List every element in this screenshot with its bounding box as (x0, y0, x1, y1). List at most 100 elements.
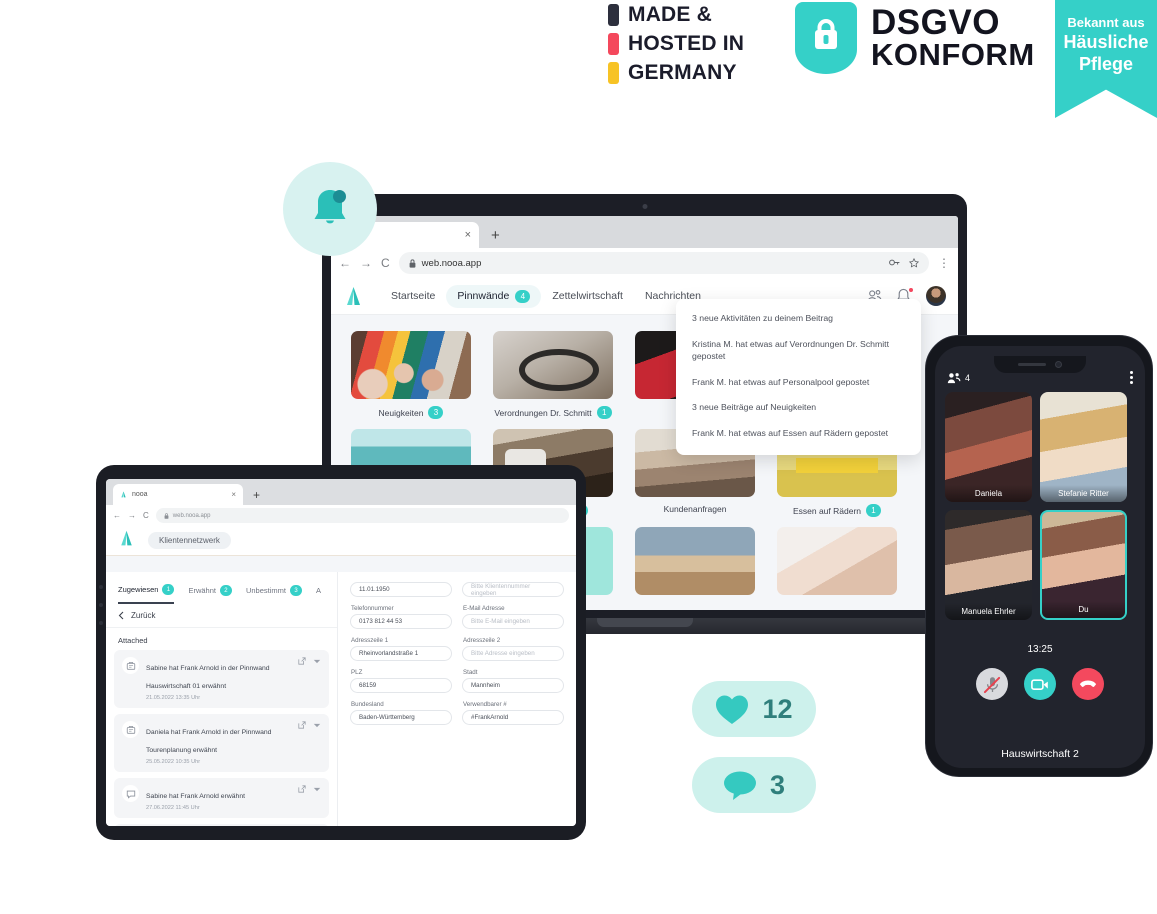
pinboard-card[interactable]: Neuigkeiten 3 (351, 331, 471, 419)
mic-off-icon[interactable] (976, 668, 1008, 700)
chevron-left-icon (118, 611, 124, 620)
address-bar[interactable]: web.nooa.app (398, 252, 929, 274)
notification-item[interactable]: 3 neue Beiträge auf Neuigkeiten (692, 401, 905, 414)
bell-icon (314, 190, 346, 224)
list-item[interactable]: Sabine hat Frank Arnold erwähnt 27.06.20… (114, 778, 329, 818)
address-line-1-field[interactable]: Rheinvorlandstraße 1 (350, 646, 452, 661)
close-icon[interactable]: × (231, 490, 236, 499)
chevron-down-icon[interactable] (313, 723, 321, 728)
address-bar[interactable]: web.nooa.app (155, 508, 569, 523)
tab-more[interactable]: A (316, 584, 321, 604)
tab-zugewiesen[interactable]: Zugewiesen 1 (118, 584, 175, 604)
list-item[interactable]: Daniela hat Frank Arnold in der Pinnwand… (114, 714, 329, 772)
new-tab-button[interactable]: + (491, 227, 500, 244)
content-spacer (106, 556, 576, 572)
tab-unbestimmt[interactable]: Unbestimmt 3 (246, 584, 302, 604)
pinboard-card[interactable]: Verordnungen Dr. Schmitt 1 (493, 331, 613, 419)
participant-name: Daniela (945, 485, 1032, 502)
item-time: 21.05.2022 13:35 Uhr (146, 695, 201, 701)
reload-icon[interactable]: C (143, 511, 149, 520)
postal-code-field[interactable]: 68159 (350, 678, 452, 693)
dsgvo-title: DSGVO (871, 2, 1000, 42)
chevron-down-icon[interactable] (313, 659, 321, 664)
video-icon[interactable] (1024, 668, 1056, 700)
kebab-icon[interactable] (1130, 371, 1133, 384)
field-label: Stadt (463, 669, 478, 676)
forward-icon[interactable]: → (360, 256, 372, 270)
phone-hangup-icon[interactable] (1072, 668, 1104, 700)
item-time: 25.05.2022 10:35 Uhr (146, 759, 201, 765)
field-label: Bundesland (351, 701, 384, 708)
browser-tab[interactable]: nooa × (113, 484, 243, 505)
ribbon-line-2: Häusliche (1063, 32, 1149, 52)
card-thumbnail (351, 331, 471, 399)
nav-item-startseite[interactable]: Startseite (380, 285, 446, 307)
activity-list: Sabine hat Frank Arnold in der Pinnwand … (106, 650, 337, 826)
tablet-browser-toolbar: ← → C web.nooa.app (106, 505, 576, 526)
hashtag-field[interactable]: #FrankArnold (462, 710, 564, 725)
list-item[interactable]: Sabine hat Frank Arnold in der Pinnwand … (114, 650, 329, 708)
notification-item[interactable]: 3 neue Aktivitäten zu deinem Beitrag (692, 312, 905, 325)
video-tile[interactable]: Daniela (945, 392, 1032, 502)
open-external-icon[interactable] (298, 785, 306, 793)
star-icon[interactable] (909, 258, 919, 268)
network-chip[interactable]: Klientennetzwerk (148, 532, 231, 549)
user-avatar[interactable] (926, 286, 946, 306)
phone-mockup: 4 Hauswirtschaft 2 Daniela Stefanie Ritt… (925, 335, 1153, 777)
client-number-field[interactable]: Bitte Klientennummer eingeben (462, 582, 564, 597)
flag-stripe-gold (608, 61, 619, 84)
email-field[interactable]: Bitte E-Mail eingeben (462, 614, 564, 629)
chat-icon (122, 785, 139, 802)
phone-field[interactable]: 0173 812 44 53 (350, 614, 452, 629)
address-line-2-field[interactable]: Bitte Adresse eingeben (462, 646, 564, 661)
video-grid: Daniela Stefanie Ritter Manuela Ehrler D… (935, 392, 1145, 620)
close-icon[interactable]: × (465, 229, 471, 241)
tab-erwaehnt[interactable]: Erwähnt 2 (188, 584, 232, 604)
tab-label: Erwähnt (188, 586, 216, 595)
pinboard-card[interactable] (777, 527, 897, 595)
city-field[interactable]: Mannheim (462, 678, 564, 693)
new-tab-button[interactable]: + (253, 488, 260, 502)
notification-item[interactable]: Kristina M. hat etwas auf Verordnungen D… (692, 338, 905, 363)
reload-icon[interactable]: C (381, 256, 390, 270)
browser-menu-icon[interactable]: ⋮ (938, 256, 950, 270)
press-ribbon-badge: Bekannt aus Häusliche Pflege (1055, 0, 1157, 118)
video-tile[interactable]: Manuela Ehrler (945, 510, 1032, 620)
notifications-dropdown[interactable]: 3 neue Aktivitäten zu deinem Beitrag Kri… (676, 299, 921, 455)
participant-count[interactable]: 4 (947, 372, 970, 384)
nav-item-pinnwaende[interactable]: Pinnwände 4 (446, 284, 542, 308)
video-tile[interactable]: Stefanie Ritter (1040, 392, 1127, 502)
back-label: Zurück (131, 611, 156, 620)
front-camera-icon (1055, 361, 1062, 368)
nooa-logo-icon[interactable] (343, 286, 364, 307)
chevron-down-icon[interactable] (313, 787, 321, 792)
key-icon[interactable] (889, 258, 900, 267)
tablet-buttons (99, 585, 103, 639)
back-icon[interactable]: ← (113, 511, 121, 520)
field-label: Telefonnummer (351, 605, 394, 612)
promo-composition: MADE & HOSTED IN GERMANY DSGVO KONFORM B… (0, 0, 1157, 914)
browser-toolbar: ← → C web.nooa.app ⋮ (331, 248, 958, 278)
form-row: PLZ 68159 Stadt Mannheim (350, 664, 564, 693)
open-external-icon[interactable] (298, 657, 306, 665)
participant-name: Manuela Ehrler (945, 603, 1032, 620)
forward-icon[interactable]: → (128, 511, 136, 520)
pinboard-card[interactable] (635, 527, 755, 595)
nav-item-zettelwirtschaft[interactable]: Zettelwirtschaft (541, 285, 634, 307)
nooa-favicon (121, 491, 126, 498)
birthdate-field[interactable]: 11.01.1950 (350, 582, 452, 597)
video-tile-self[interactable]: Du (1040, 510, 1127, 620)
nav-label: Zettelwirtschaft (552, 290, 623, 302)
field-label: Verwendbarer # (463, 701, 507, 708)
back-button[interactable]: Zurück (106, 604, 337, 628)
nooa-logo-icon[interactable] (118, 530, 135, 552)
list-item[interactable]: Daniela hat Frank Arnold in der Pinnwand… (114, 824, 329, 826)
notification-item[interactable]: Frank M. hat etwas auf Personalpool gepo… (692, 376, 905, 389)
state-field[interactable]: Baden-Württemberg (350, 710, 452, 725)
open-external-icon[interactable] (298, 721, 306, 729)
call-timer: 13:25 (1027, 644, 1053, 655)
heart-reaction-badge: 12 (692, 681, 816, 737)
made-in-line-1: MADE & (628, 2, 713, 26)
notification-item[interactable]: Frank M. hat etwas auf Essen auf Rädern … (692, 427, 905, 440)
back-icon[interactable]: ← (339, 256, 351, 270)
